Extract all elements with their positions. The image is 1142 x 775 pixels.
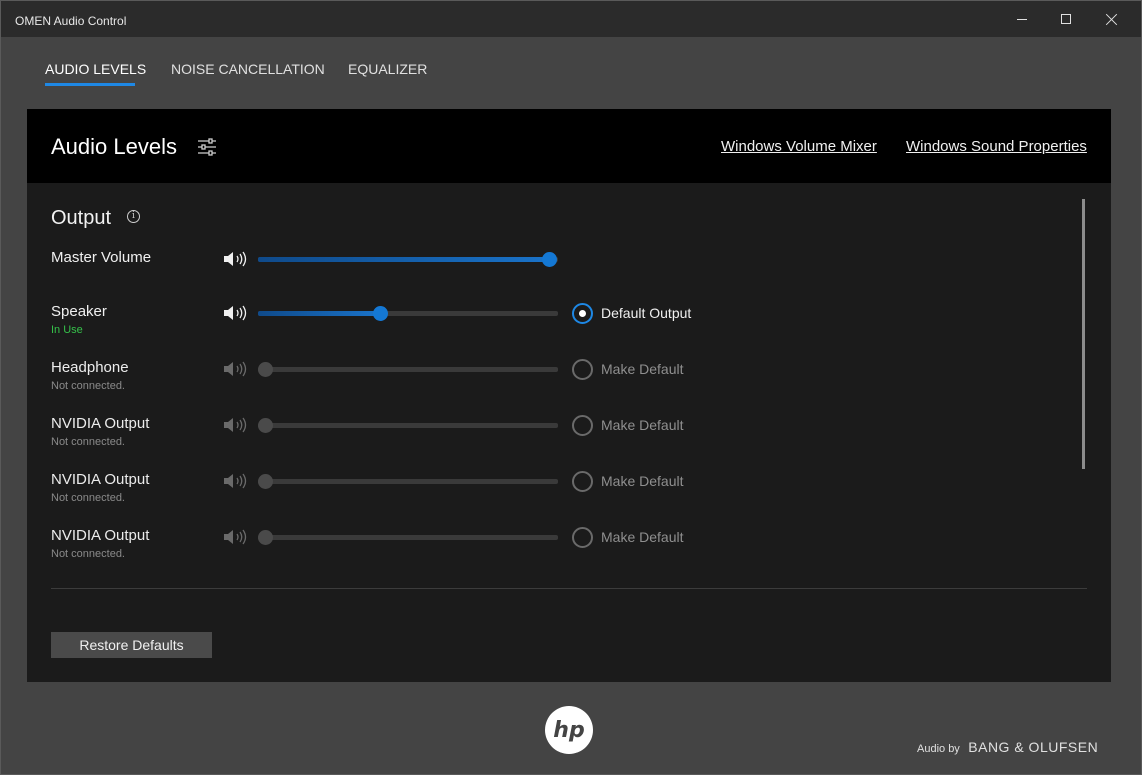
volume-slider-fill [258, 257, 549, 262]
radio-label[interactable]: Make Default [601, 529, 683, 545]
speaker-icon[interactable] [223, 472, 251, 490]
volume-slider[interactable] [258, 362, 558, 377]
minimize-button[interactable] [999, 1, 1045, 37]
device-row: NVIDIA Output Not connected. Make Default [27, 471, 1111, 511]
device-name: NVIDIA Output [51, 527, 150, 544]
radio-label[interactable]: Default Output [601, 305, 691, 321]
device-status: In Use [51, 324, 83, 336]
device-status: Not connected. [51, 548, 125, 560]
window-title: OMEN Audio Control [15, 14, 127, 28]
make-default-radio[interactable] [572, 527, 593, 548]
device-row: Headphone Not connected. Make Default [27, 359, 1111, 399]
make-default-radio[interactable] [572, 471, 593, 492]
title-bar[interactable]: OMEN Audio Control [1, 1, 1141, 37]
default-output-radio[interactable] [572, 303, 593, 324]
audio-levels-panel: Audio Levels Windows Volume Mixer Window… [27, 109, 1111, 682]
windows-volume-mixer-link[interactable]: Windows Volume Mixer [721, 138, 877, 155]
speaker-icon[interactable] [223, 304, 251, 322]
volume-slider[interactable] [258, 474, 558, 489]
make-default-radio[interactable] [572, 359, 593, 380]
volume-slider-thumb[interactable] [258, 530, 273, 545]
make-default-radio[interactable] [572, 415, 593, 436]
radio-label[interactable]: Make Default [601, 473, 683, 489]
windows-sound-properties-link[interactable]: Windows Sound Properties [906, 138, 1087, 155]
close-icon [1106, 13, 1118, 25]
tab-noise-cancellation[interactable]: NOISE CANCELLATION [171, 61, 325, 77]
close-button[interactable] [1089, 1, 1135, 37]
device-name: Speaker [51, 303, 107, 320]
active-tab-indicator [45, 83, 135, 86]
panel-header: Audio Levels Windows Volume Mixer Window… [27, 109, 1111, 183]
speaker-icon[interactable] [223, 360, 251, 378]
speaker-icon[interactable] [223, 250, 251, 268]
device-status: Not connected. [51, 380, 125, 392]
minimize-icon [1017, 18, 1027, 20]
volume-slider-fill [258, 311, 380, 316]
sliders-icon[interactable] [197, 137, 217, 157]
audio-by-brand: Audio by BANG & OLUFSEN [917, 739, 1098, 757]
hp-logo-icon: hp [545, 706, 593, 754]
tab-audio-levels[interactable]: AUDIO LEVELS [45, 61, 146, 77]
device-row: NVIDIA Output Not connected. Make Default [27, 527, 1111, 567]
volume-slider[interactable] [258, 252, 558, 267]
tab-equalizer[interactable]: EQUALIZER [348, 61, 427, 77]
device-name: NVIDIA Output [51, 415, 150, 432]
restore-defaults-button[interactable]: Restore Defaults [51, 632, 212, 658]
info-icon[interactable]: i [127, 210, 140, 223]
radio-label[interactable]: Make Default [601, 361, 683, 377]
audio-by-prefix: Audio by [917, 743, 960, 755]
device-status: Not connected. [51, 436, 125, 448]
device-name: Master Volume [51, 249, 152, 266]
volume-slider[interactable] [258, 418, 558, 433]
maximize-button[interactable] [1043, 1, 1089, 37]
output-heading: Output [51, 207, 112, 229]
volume-slider[interactable] [258, 306, 558, 321]
volume-slider-thumb[interactable] [258, 418, 273, 433]
speaker-icon[interactable] [223, 528, 251, 546]
volume-slider-thumb[interactable] [258, 362, 273, 377]
volume-slider[interactable] [258, 530, 558, 545]
panel-title: Audio Levels [51, 134, 177, 159]
device-name: NVIDIA Output [51, 471, 150, 488]
device-row: Master Volume [27, 249, 1111, 289]
device-row: Speaker In Use Default Output [27, 303, 1111, 343]
maximize-icon [1061, 14, 1071, 24]
radio-label[interactable]: Make Default [601, 417, 683, 433]
volume-slider-thumb[interactable] [258, 474, 273, 489]
volume-slider-thumb[interactable] [542, 252, 557, 267]
volume-slider-thumb[interactable] [372, 306, 388, 321]
divider [51, 588, 1087, 589]
device-status: Not connected. [51, 492, 125, 504]
device-row: NVIDIA Output Not connected. Make Default [27, 415, 1111, 455]
hp-logo-text: hp [553, 718, 584, 743]
speaker-icon[interactable] [223, 416, 251, 434]
device-name: Headphone [51, 359, 129, 376]
app-window: OMEN Audio Control AUDIO LEVELS NOISE CA… [0, 0, 1142, 775]
audio-by-brand-name: BANG & OLUFSEN [968, 739, 1099, 755]
